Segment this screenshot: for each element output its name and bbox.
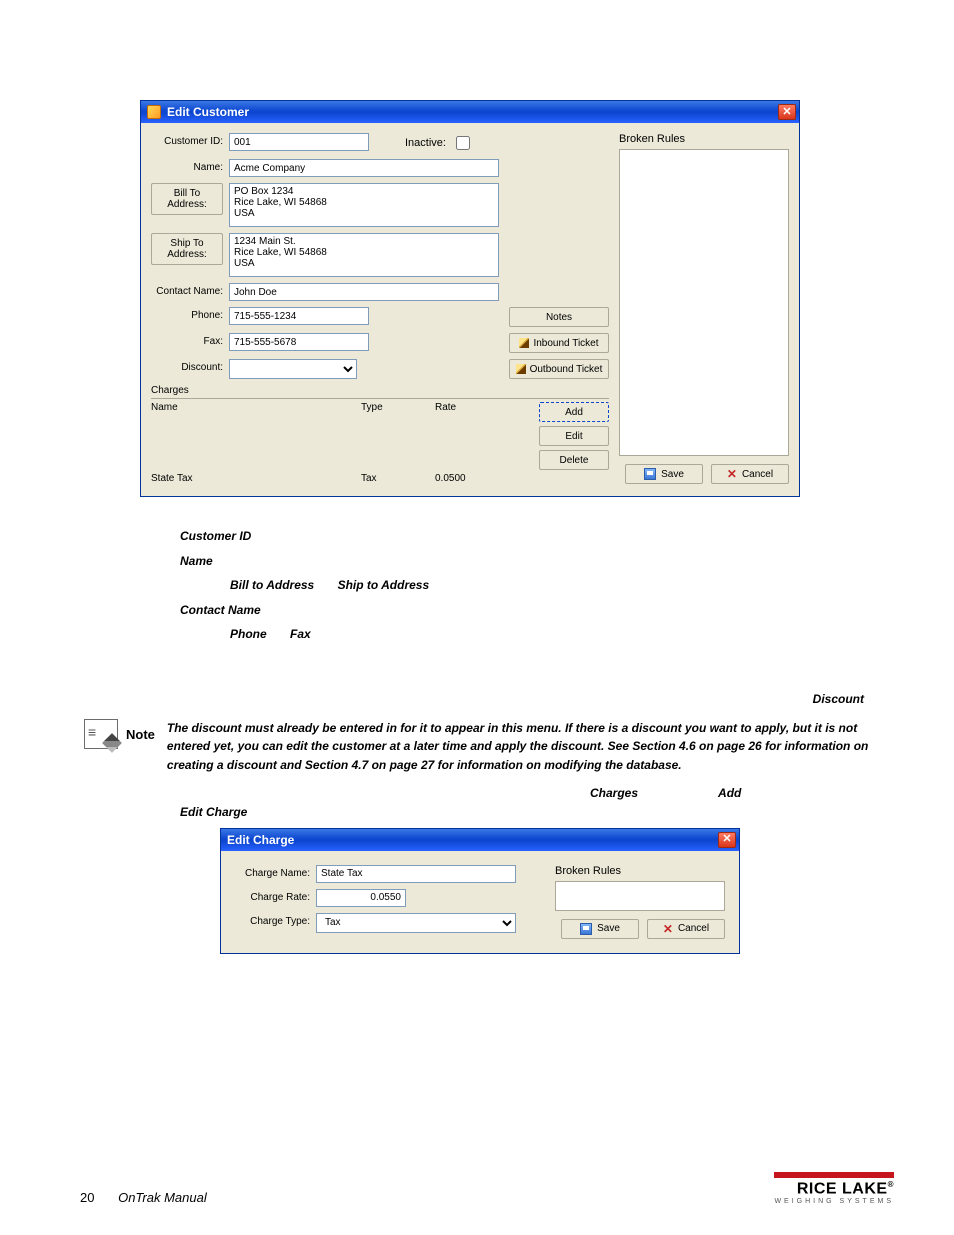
note-label: Note: [126, 725, 155, 745]
edit-charge-window: Edit Charge ✕ Charge Name: Charge Rate: …: [220, 828, 740, 954]
charges-add-button[interactable]: Add: [539, 402, 609, 422]
page-footer: 20 OnTrak Manual RICE LAKE® WEIGHING SYS…: [80, 1172, 894, 1205]
cancel-button[interactable]: ✕ Cancel: [647, 919, 725, 939]
note-text: The discount must already be entered in …: [167, 719, 894, 775]
document-body: Customer ID Name Bill to Address Ship to…: [80, 527, 894, 822]
close-icon: ✕: [727, 468, 737, 480]
disk-icon: [644, 468, 656, 480]
charge-name-input[interactable]: [316, 865, 516, 883]
discount-select[interactable]: [229, 359, 357, 379]
ship-to-textarea[interactable]: [229, 233, 499, 277]
charge-type-select[interactable]: Tax: [316, 913, 516, 933]
notes-button[interactable]: Notes: [509, 307, 609, 327]
broken-rules-label: Broken Rules: [619, 133, 789, 145]
disk-icon: [580, 923, 592, 935]
inbound-ticket-button[interactable]: Inbound Ticket: [509, 333, 609, 353]
name-input[interactable]: [229, 159, 499, 177]
col-type: Type: [361, 402, 431, 413]
outbound-ticket-button[interactable]: Outbound Ticket: [509, 359, 609, 379]
edit-customer-window: Edit Customer ✕ Customer ID: Inactive: N…: [140, 100, 800, 497]
contact-name-input[interactable]: [229, 283, 499, 301]
note-icon: [84, 719, 118, 749]
close-icon: ✕: [663, 923, 673, 935]
charges-edit-button[interactable]: Edit: [539, 426, 609, 446]
charges-table: Name Type Rate Add Edit Delete State Tax…: [151, 398, 609, 484]
charges-delete-button[interactable]: Delete: [539, 450, 609, 470]
save-button[interactable]: Save: [625, 464, 703, 484]
inactive-label: Inactive:: [405, 137, 446, 149]
window-title: Edit Charge: [227, 833, 294, 847]
name-label: Name:: [151, 159, 223, 173]
charges-header: Charges: [151, 385, 609, 396]
contact-name-label: Contact Name:: [151, 283, 223, 297]
table-row[interactable]: State Tax Tax 0.0500: [151, 473, 609, 484]
broken-rules-list: [555, 881, 725, 911]
inactive-checkbox[interactable]: [456, 136, 470, 150]
ship-to-button[interactable]: Ship To Address:: [151, 233, 223, 265]
brand-logo: RICE LAKE® WEIGHING SYSTEMS: [774, 1172, 894, 1205]
charge-rate-label: Charge Rate:: [235, 889, 310, 903]
close-button[interactable]: ✕: [718, 832, 736, 848]
broken-rules-label: Broken Rules: [555, 865, 725, 877]
col-name: Name: [151, 402, 357, 413]
window-icon: [147, 105, 161, 119]
pencil-icon: [519, 338, 529, 348]
charge-name-label: Charge Name:: [235, 865, 310, 879]
charge-type-label: Charge Type:: [235, 913, 310, 927]
window-title: Edit Customer: [167, 105, 249, 119]
col-rate: Rate: [435, 402, 505, 413]
broken-rules-list: [619, 149, 789, 456]
phone-input[interactable]: [229, 307, 369, 325]
pencil-icon: [516, 364, 526, 374]
close-button[interactable]: ✕: [778, 104, 796, 120]
cancel-button[interactable]: ✕ Cancel: [711, 464, 789, 484]
fax-input[interactable]: [229, 333, 369, 351]
customer-id-label: Customer ID:: [151, 133, 223, 147]
edit-charge-titlebar: Edit Charge ✕: [221, 829, 739, 851]
manual-title: OnTrak Manual: [118, 1190, 207, 1205]
customer-id-input[interactable]: [229, 133, 369, 151]
edit-customer-titlebar: Edit Customer ✕: [141, 101, 799, 123]
discount-label: Discount:: [151, 359, 223, 373]
phone-label: Phone:: [151, 307, 223, 321]
save-button[interactable]: Save: [561, 919, 639, 939]
page-number: 20: [80, 1190, 94, 1205]
charge-rate-input[interactable]: [316, 889, 406, 907]
bill-to-textarea[interactable]: [229, 183, 499, 227]
bill-to-button[interactable]: Bill To Address:: [151, 183, 223, 215]
fax-label: Fax:: [151, 333, 223, 347]
